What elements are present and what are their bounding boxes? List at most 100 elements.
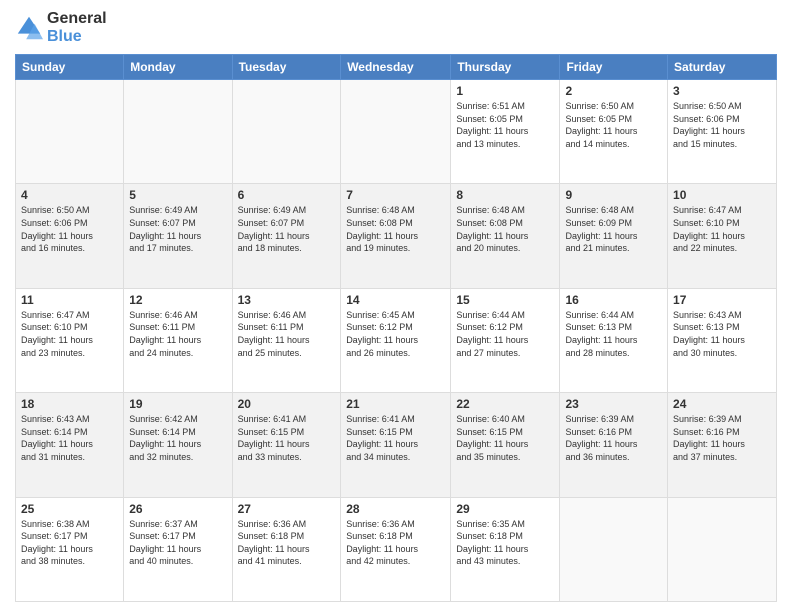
- page: General Blue SundayMondayTuesdayWednesda…: [0, 0, 792, 612]
- day-cell: 24 Sunrise: 6:39 AM Sunset: 6:16 PM Dayli…: [668, 393, 777, 497]
- day-number: 19: [129, 397, 226, 411]
- week-row-3: 11Sunrise: 6:47 AM Sunset: 6:10 PM Dayli…: [16, 288, 777, 392]
- day-cell: 28 Sunrise: 6:36 AM Sunset: 6:18 PM Dayli…: [341, 497, 451, 601]
- day-number: 27: [238, 502, 336, 516]
- day-info: Sunrise: 6:42 AM Sunset: 6:14 PM Dayligh…: [129, 413, 226, 463]
- logo-icon: [15, 14, 43, 42]
- day-cell: 26Sunrise: 6:37 AM Sunset: 6:17 PM Dayli…: [124, 497, 232, 601]
- day-cell: 11Sunrise: 6:47 AM Sunset: 6:10 PM Dayli…: [16, 288, 124, 392]
- day-cell: 1 Sunrise: 6:51 AM Sunset: 6:05 PM Daylig…: [451, 80, 560, 184]
- day-cell: 22 Sunrise: 6:40 AM Sunset: 6:15 PM Dayli…: [451, 393, 560, 497]
- day-info: Sunrise: 6:49 AM Sunset: 6:07 PM Dayligh…: [129, 204, 226, 254]
- day-cell: [124, 80, 232, 184]
- day-number: 5: [129, 188, 226, 202]
- day-info: Sunrise: 6:45 AM Sunset: 6:12 PM Dayligh…: [346, 309, 445, 359]
- day-cell: 20 Sunrise: 6:41 AM Sunset: 6:15 PM Dayli…: [232, 393, 341, 497]
- day-cell: 16 Sunrise: 6:44 AM Sunset: 6:13 PM Dayli…: [560, 288, 668, 392]
- day-info: Sunrise: 6:36 AM Sunset: 6:18 PM Dayligh…: [238, 518, 336, 568]
- day-number: 21: [346, 397, 445, 411]
- day-number: 13: [238, 293, 336, 307]
- day-info: Sunrise: 6:41 AM Sunset: 6:15 PM Dayligh…: [346, 413, 445, 463]
- day-cell: 7 Sunrise: 6:48 AM Sunset: 6:08 PM Daylig…: [341, 184, 451, 288]
- day-info: Sunrise: 6:50 AM Sunset: 6:06 PM Dayligh…: [21, 204, 118, 254]
- day-cell: [560, 497, 668, 601]
- weekday-header-saturday: Saturday: [668, 55, 777, 80]
- day-number: 3: [673, 84, 771, 98]
- day-number: 22: [456, 397, 554, 411]
- day-number: 20: [238, 397, 336, 411]
- day-info: Sunrise: 6:48 AM Sunset: 6:08 PM Dayligh…: [346, 204, 445, 254]
- day-info: Sunrise: 6:39 AM Sunset: 6:16 PM Dayligh…: [565, 413, 662, 463]
- week-row-2: 4 Sunrise: 6:50 AM Sunset: 6:06 PM Daylig…: [16, 184, 777, 288]
- day-number: 15: [456, 293, 554, 307]
- day-info: Sunrise: 6:43 AM Sunset: 6:13 PM Dayligh…: [673, 309, 771, 359]
- day-cell: 27 Sunrise: 6:36 AM Sunset: 6:18 PM Dayli…: [232, 497, 341, 601]
- day-number: 7: [346, 188, 445, 202]
- calendar-table: SundayMondayTuesdayWednesdayThursdayFrid…: [15, 54, 777, 602]
- day-cell: 2Sunrise: 6:50 AM Sunset: 6:05 PM Daylig…: [560, 80, 668, 184]
- day-number: 23: [565, 397, 662, 411]
- header: General Blue: [15, 10, 777, 46]
- day-number: 10: [673, 188, 771, 202]
- day-cell: 3 Sunrise: 6:50 AM Sunset: 6:06 PM Daylig…: [668, 80, 777, 184]
- day-number: 6: [238, 188, 336, 202]
- day-number: 24: [673, 397, 771, 411]
- weekday-header-monday: Monday: [124, 55, 232, 80]
- day-number: 28: [346, 502, 445, 516]
- weekday-header-thursday: Thursday: [451, 55, 560, 80]
- day-cell: 19 Sunrise: 6:42 AM Sunset: 6:14 PM Dayli…: [124, 393, 232, 497]
- day-info: Sunrise: 6:50 AM Sunset: 6:06 PM Dayligh…: [673, 100, 771, 150]
- day-cell: 21 Sunrise: 6:41 AM Sunset: 6:15 PM Dayli…: [341, 393, 451, 497]
- day-info: Sunrise: 6:38 AM Sunset: 6:17 PM Dayligh…: [21, 518, 118, 568]
- day-cell: 13 Sunrise: 6:46 AM Sunset: 6:11 PM Dayli…: [232, 288, 341, 392]
- day-info: Sunrise: 6:39 AM Sunset: 6:16 PM Dayligh…: [673, 413, 771, 463]
- day-number: 17: [673, 293, 771, 307]
- day-cell: [668, 497, 777, 601]
- day-info: Sunrise: 6:44 AM Sunset: 6:13 PM Dayligh…: [565, 309, 662, 359]
- day-cell: [232, 80, 341, 184]
- day-cell: 23 Sunrise: 6:39 AM Sunset: 6:16 PM Dayli…: [560, 393, 668, 497]
- day-number: 14: [346, 293, 445, 307]
- day-info: Sunrise: 6:51 AM Sunset: 6:05 PM Dayligh…: [456, 100, 554, 150]
- day-cell: 9 Sunrise: 6:48 AM Sunset: 6:09 PM Daylig…: [560, 184, 668, 288]
- day-info: Sunrise: 6:36 AM Sunset: 6:18 PM Dayligh…: [346, 518, 445, 568]
- day-number: 11: [21, 293, 118, 307]
- weekday-header-sunday: Sunday: [16, 55, 124, 80]
- day-number: 18: [21, 397, 118, 411]
- day-number: 29: [456, 502, 554, 516]
- weekday-header-row: SundayMondayTuesdayWednesdayThursdayFrid…: [16, 55, 777, 80]
- day-info: Sunrise: 6:46 AM Sunset: 6:11 PM Dayligh…: [129, 309, 226, 359]
- day-cell: [16, 80, 124, 184]
- day-info: Sunrise: 6:47 AM Sunset: 6:10 PM Dayligh…: [673, 204, 771, 254]
- day-info: Sunrise: 6:46 AM Sunset: 6:11 PM Dayligh…: [238, 309, 336, 359]
- day-cell: 29Sunrise: 6:35 AM Sunset: 6:18 PM Dayli…: [451, 497, 560, 601]
- day-number: 16: [565, 293, 662, 307]
- day-cell: 10 Sunrise: 6:47 AM Sunset: 6:10 PM Dayli…: [668, 184, 777, 288]
- day-number: 1: [456, 84, 554, 98]
- day-cell: 18Sunrise: 6:43 AM Sunset: 6:14 PM Dayli…: [16, 393, 124, 497]
- day-cell: 8Sunrise: 6:48 AM Sunset: 6:08 PM Daylig…: [451, 184, 560, 288]
- day-info: Sunrise: 6:48 AM Sunset: 6:09 PM Dayligh…: [565, 204, 662, 254]
- day-number: 4: [21, 188, 118, 202]
- logo: General Blue: [15, 10, 107, 46]
- day-info: Sunrise: 6:50 AM Sunset: 6:05 PM Dayligh…: [565, 100, 662, 150]
- day-info: Sunrise: 6:41 AM Sunset: 6:15 PM Dayligh…: [238, 413, 336, 463]
- day-cell: 14 Sunrise: 6:45 AM Sunset: 6:12 PM Dayli…: [341, 288, 451, 392]
- day-number: 25: [21, 502, 118, 516]
- day-info: Sunrise: 6:48 AM Sunset: 6:08 PM Dayligh…: [456, 204, 554, 254]
- day-cell: 17 Sunrise: 6:43 AM Sunset: 6:13 PM Dayli…: [668, 288, 777, 392]
- weekday-header-tuesday: Tuesday: [232, 55, 341, 80]
- day-cell: 4 Sunrise: 6:50 AM Sunset: 6:06 PM Daylig…: [16, 184, 124, 288]
- day-cell: 6 Sunrise: 6:49 AM Sunset: 6:07 PM Daylig…: [232, 184, 341, 288]
- day-info: Sunrise: 6:37 AM Sunset: 6:17 PM Dayligh…: [129, 518, 226, 568]
- week-row-5: 25 Sunrise: 6:38 AM Sunset: 6:17 PM Dayli…: [16, 497, 777, 601]
- week-row-4: 18Sunrise: 6:43 AM Sunset: 6:14 PM Dayli…: [16, 393, 777, 497]
- week-row-1: 1 Sunrise: 6:51 AM Sunset: 6:05 PM Daylig…: [16, 80, 777, 184]
- day-info: Sunrise: 6:40 AM Sunset: 6:15 PM Dayligh…: [456, 413, 554, 463]
- day-cell: 15Sunrise: 6:44 AM Sunset: 6:12 PM Dayli…: [451, 288, 560, 392]
- day-number: 12: [129, 293, 226, 307]
- day-cell: 5 Sunrise: 6:49 AM Sunset: 6:07 PM Daylig…: [124, 184, 232, 288]
- logo-text: General Blue: [47, 10, 107, 46]
- day-number: 9: [565, 188, 662, 202]
- day-info: Sunrise: 6:49 AM Sunset: 6:07 PM Dayligh…: [238, 204, 336, 254]
